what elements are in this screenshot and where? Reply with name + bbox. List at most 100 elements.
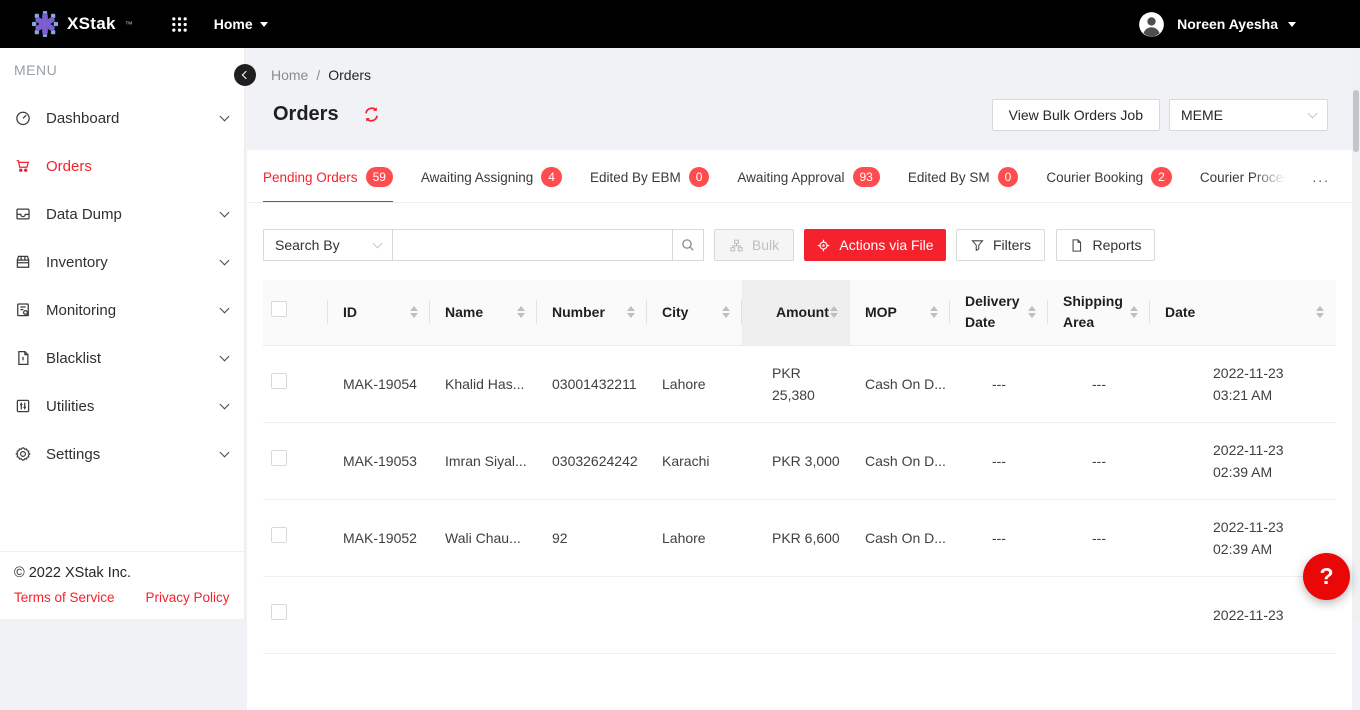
column-header-amount[interactable]: Amount	[742, 280, 850, 345]
select-all-checkbox[interactable]	[271, 301, 287, 317]
table-row: 2022-11-23	[263, 576, 1336, 653]
tab-courier-booking[interactable]: Courier Booking 2	[1046, 167, 1172, 202]
chevron-down-icon	[1288, 22, 1296, 31]
column-header-city[interactable]: City	[647, 280, 742, 345]
sidebar-item-orders[interactable]: Orders	[0, 142, 244, 190]
sidebar-item-data-dump[interactable]: Data Dump	[0, 190, 244, 238]
actions-via-file-button[interactable]: Actions via File	[804, 229, 946, 261]
sidebar-item-dashboard[interactable]: Dashboard	[0, 94, 244, 142]
column-header-date[interactable]: Date	[1150, 280, 1336, 345]
sidebar: MENU Dashboard Orders Data Dump Inventor…	[0, 48, 245, 619]
refresh-icon[interactable]	[362, 105, 381, 124]
column-label: Name	[445, 304, 483, 320]
sidebar-item-blacklist[interactable]: Blacklist	[0, 334, 244, 382]
row-checkbox[interactable]	[271, 604, 287, 620]
breadcrumb-home[interactable]: Home	[271, 67, 308, 83]
avatar	[1138, 11, 1165, 38]
orders-tabbar: Pending Orders 59 Awaiting Assigning 4 E…	[247, 150, 1352, 203]
sidebar-footer: © 2022 XStak Inc. Terms of Service Priva…	[0, 551, 244, 619]
bulk-button[interactable]: Bulk	[714, 229, 794, 261]
column-header-name[interactable]: Name	[430, 280, 537, 345]
chevron-down-icon	[220, 111, 230, 121]
cell-shipping-area: ---	[1048, 422, 1150, 499]
store-select[interactable]: MEME	[1169, 99, 1328, 131]
tab-count-badge: 93	[853, 167, 880, 187]
sidebar-item-settings[interactable]: Settings	[0, 430, 244, 478]
column-header-delivery-date[interactable]: Delivery Date	[950, 280, 1048, 345]
tab-pending-orders[interactable]: Pending Orders 59	[263, 167, 393, 202]
cell-city: Lahore	[647, 345, 742, 422]
cell-name: Imran Siyal...	[430, 422, 537, 499]
privacy-link[interactable]: Privacy Policy	[146, 590, 230, 605]
sidebar-item-monitoring[interactable]: Monitoring	[0, 286, 244, 334]
filters-button[interactable]: Filters	[956, 229, 1045, 261]
page-scrollbar	[1352, 48, 1360, 619]
tab-courier-processing[interactable]: Courier Processing	[1200, 167, 1286, 202]
select-all-header	[263, 280, 328, 345]
row-checkbox[interactable]	[271, 527, 287, 543]
chevron-down-icon	[220, 207, 230, 217]
view-bulk-orders-button[interactable]: View Bulk Orders Job	[992, 99, 1160, 131]
search-by-select[interactable]: Search By	[263, 229, 393, 261]
chevron-down-icon	[373, 239, 383, 249]
cell-name: Wali Chau...	[430, 499, 537, 576]
store-icon	[14, 253, 32, 271]
terms-link[interactable]: Terms of Service	[14, 590, 115, 605]
sidebar-collapse-button[interactable]	[234, 64, 256, 86]
column-label: ID	[343, 304, 357, 320]
column-header-id[interactable]: ID	[328, 280, 430, 345]
search-input[interactable]	[393, 229, 673, 261]
column-header-number[interactable]: Number	[537, 280, 647, 345]
chevron-down-icon	[260, 22, 268, 31]
orders-toolbar: Search By Bulk Actions via File	[263, 229, 1336, 261]
cell-city	[647, 576, 742, 653]
nav-home-menu[interactable]: Home	[214, 16, 268, 32]
row-checkbox[interactable]	[271, 373, 287, 389]
cell-mop	[850, 576, 950, 653]
cell-amount: PKR 3,000	[742, 422, 850, 499]
cell-delivery-date: ---	[950, 345, 1048, 422]
more-tabs-button[interactable]: ...	[1306, 169, 1336, 202]
store-select-value: MEME	[1181, 107, 1223, 123]
column-label: MOP	[865, 304, 897, 320]
user-name: Noreen Ayesha	[1177, 16, 1278, 32]
tab-awaiting-approval[interactable]: Awaiting Approval 93	[737, 167, 879, 202]
brand-logo: XStak™	[32, 11, 133, 37]
user-menu[interactable]: Noreen Ayesha	[1138, 11, 1296, 38]
cell-name	[430, 576, 537, 653]
sort-icons	[1130, 306, 1138, 318]
orders-table: ID Name Number City Amount MOP Delivery …	[263, 280, 1336, 654]
apps-grid-icon[interactable]	[171, 16, 188, 33]
search-button[interactable]	[673, 229, 704, 261]
cell-shipping-area	[1048, 576, 1150, 653]
file-alert-icon	[14, 349, 32, 367]
tab-count-badge: 59	[366, 167, 393, 187]
row-checkbox[interactable]	[271, 450, 287, 466]
tab-awaiting-assigning[interactable]: Awaiting Assigning 4	[421, 167, 562, 202]
search-by-value: Search By	[275, 237, 340, 253]
sidebar-item-inventory[interactable]: Inventory	[0, 238, 244, 286]
cell-delivery-date: ---	[950, 499, 1048, 576]
tab-edited-by-sm[interactable]: Edited By SM 0	[908, 167, 1018, 202]
sidebar-item-utilities[interactable]: Utilities	[0, 382, 244, 430]
help-button[interactable]: ?	[1303, 553, 1350, 600]
table-header-row: ID Name Number City Amount MOP Delivery …	[263, 280, 1336, 345]
copyright-text: © 2022 XStak Inc.	[14, 565, 230, 581]
cell-name: Khalid Has...	[430, 345, 537, 422]
reports-label: Reports	[1092, 237, 1141, 253]
topbar: XStak™ Home Noreen Ayesha	[0, 0, 1360, 48]
view-bulk-orders-label: View Bulk Orders Job	[1009, 107, 1143, 123]
scrollbar-thumb[interactable]	[1353, 90, 1359, 152]
tab-edited-by-ebm[interactable]: Edited By EBM 0	[590, 167, 709, 202]
tab-label: Awaiting Approval	[737, 170, 844, 185]
brand-trademark: ™	[125, 20, 133, 29]
tab-label: Edited By SM	[908, 170, 990, 185]
column-header-shipping-area[interactable]: Shipping Area	[1048, 280, 1150, 345]
reports-button[interactable]: Reports	[1056, 229, 1155, 261]
gear-icon	[14, 445, 32, 463]
sort-icons	[930, 306, 938, 318]
breadcrumb-current: Orders	[328, 67, 371, 83]
column-header-mop[interactable]: MOP	[850, 280, 950, 345]
aim-icon	[816, 238, 831, 253]
column-label: Amount	[776, 304, 829, 320]
